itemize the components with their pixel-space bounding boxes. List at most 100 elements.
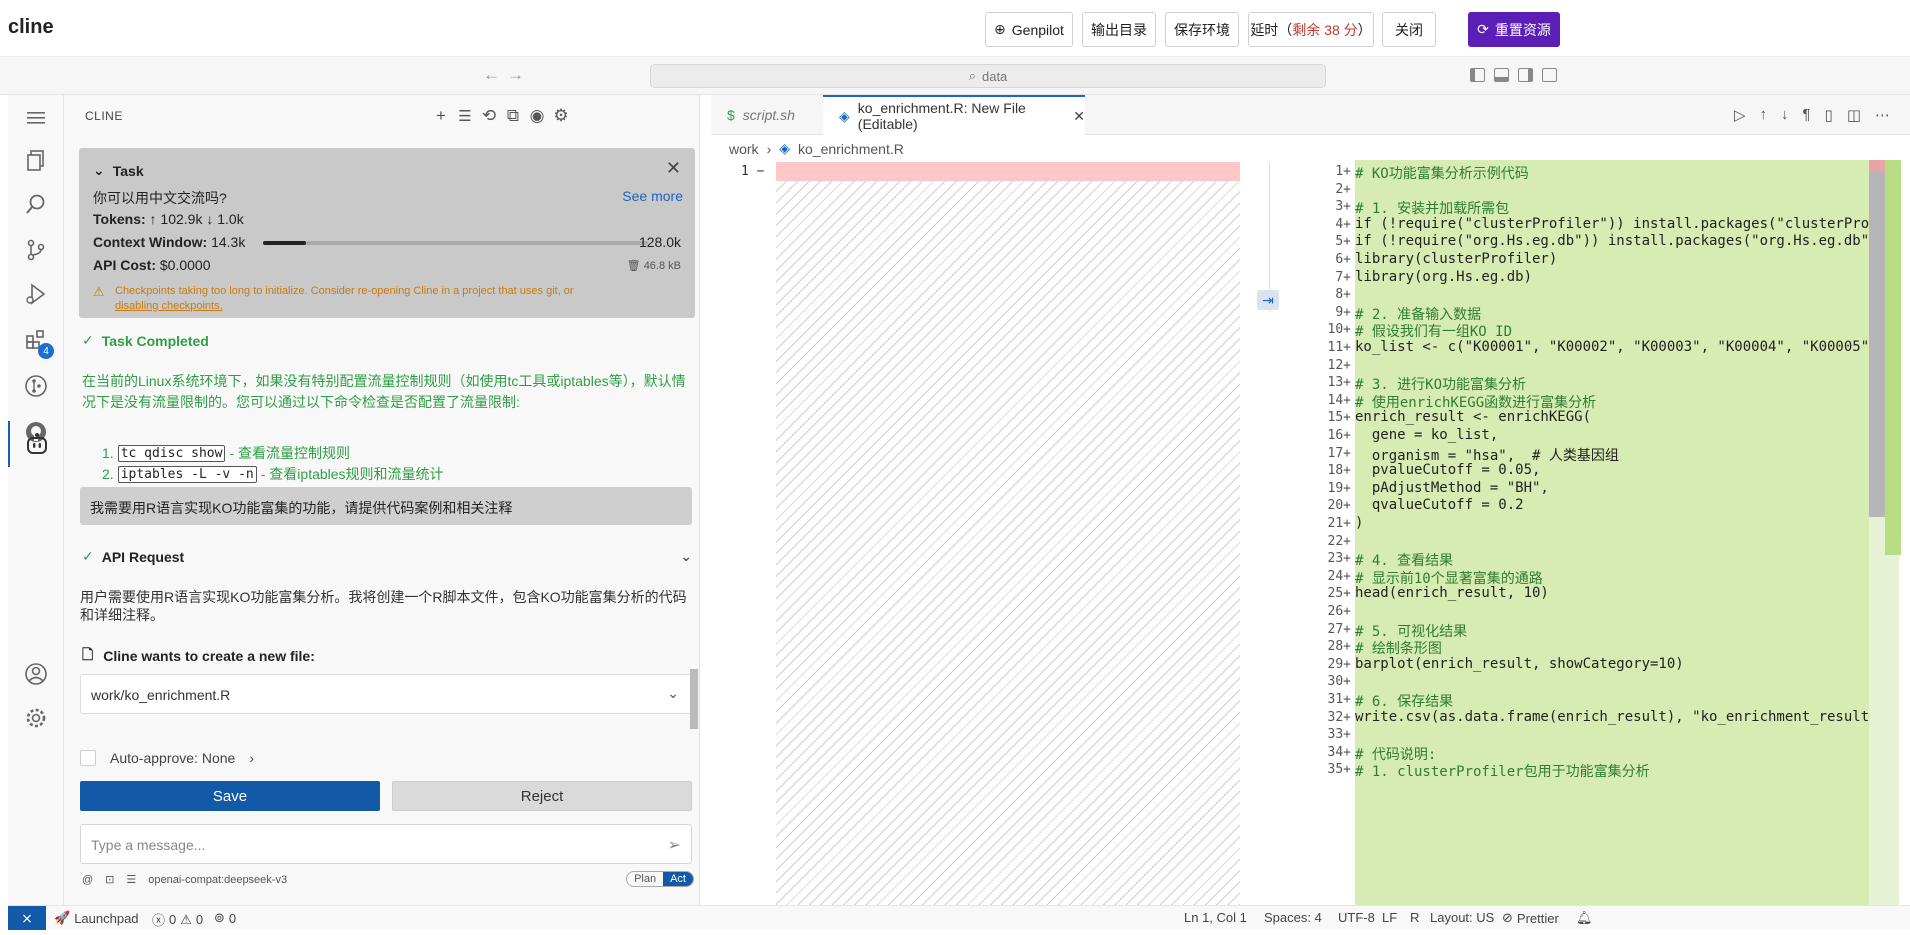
context-max: 128.0k bbox=[638, 234, 681, 250]
diff-original-pane[interactable]: 1 − ⇥ bbox=[711, 160, 1279, 905]
code-line: ko_list <- c("K00001", "K00002", "K00003… bbox=[1355, 339, 1869, 355]
command-code: iptables -L -v -n bbox=[117, 465, 257, 483]
task-size[interactable]: 🗑 46.8 kB bbox=[627, 259, 681, 272]
launchpad[interactable]: 🚀 Launchpad bbox=[54, 910, 139, 926]
disable-checkpoints-link[interactable]: disabling checkpoints. bbox=[115, 300, 223, 312]
search-sidebar-icon[interactable] bbox=[8, 181, 64, 227]
pilcrow-icon[interactable]: ¶ bbox=[1802, 106, 1810, 124]
dollar-icon: $ bbox=[727, 107, 735, 123]
line-number: 33+ bbox=[1327, 727, 1351, 743]
prettier[interactable]: ⊘ Prettier bbox=[1502, 910, 1559, 926]
genpilot-icon: ⊕ bbox=[994, 21, 1006, 37]
toggle-sidebar-icon[interactable] bbox=[1470, 68, 1485, 82]
ports[interactable]: ⊚ 0 bbox=[214, 910, 236, 926]
toggle-secondary-sidebar-icon[interactable] bbox=[1518, 68, 1533, 82]
remote-icon[interactable]: ⨯ bbox=[8, 906, 46, 930]
arrow-down-icon[interactable]: ↓ bbox=[1781, 106, 1789, 124]
task-header[interactable]: ⌄ Task bbox=[93, 162, 144, 179]
problems[interactable]: ⓧ 0 ⚠ 0 bbox=[152, 910, 203, 929]
at-mention-icon[interactable]: @ bbox=[82, 874, 93, 886]
encoding[interactable]: UTF-8 bbox=[1338, 910, 1375, 925]
cline-icon[interactable] bbox=[8, 421, 64, 467]
save-env-button[interactable]: 保存环境 bbox=[1165, 12, 1239, 47]
account-circle-icon[interactable]: ◉ bbox=[526, 105, 548, 127]
toggle-panel-icon[interactable] bbox=[1494, 68, 1509, 82]
api-request-header[interactable]: ✓ API Request ⌄ bbox=[82, 548, 692, 565]
indentation[interactable]: Spaces: 4 bbox=[1264, 910, 1322, 925]
model-selector[interactable]: openai-compat:deepseek-v3 bbox=[148, 874, 287, 886]
explorer-icon[interactable] bbox=[8, 137, 64, 183]
close-icon[interactable]: ✕ bbox=[666, 158, 681, 179]
line-number: 25+ bbox=[1327, 586, 1351, 602]
revert-arrow-icon[interactable]: ⇥ bbox=[1257, 290, 1279, 310]
line-number: 17+ bbox=[1327, 445, 1351, 461]
extensions-icon[interactable]: 4 bbox=[8, 317, 64, 363]
line-ending[interactable]: LF bbox=[1382, 910, 1397, 925]
tab-label: ko_enrichment.R: New File (Editable) bbox=[857, 100, 1026, 132]
extend-time-button[interactable]: 延时（ 剩余 38 分） bbox=[1248, 12, 1374, 47]
line-number: 21+ bbox=[1327, 516, 1351, 531]
back-arrow-icon[interactable]: ← bbox=[483, 65, 500, 85]
minimap-slider[interactable] bbox=[1869, 172, 1885, 517]
split-editor-icon[interactable]: ◫ bbox=[1847, 106, 1861, 124]
line-number: 8+ bbox=[1335, 287, 1351, 303]
customize-layout-icon[interactable] bbox=[1542, 68, 1557, 82]
popout-icon[interactable]: ⧉ bbox=[502, 105, 524, 127]
command-search[interactable]: ⌕ data bbox=[650, 64, 1326, 88]
close-button[interactable]: 关闭 bbox=[1382, 12, 1436, 47]
breadcrumb: work › ◈ ko_enrichment.R bbox=[729, 140, 904, 157]
tokens-down: ↓ 1.0k bbox=[206, 211, 244, 227]
see-more-link[interactable]: See more bbox=[622, 188, 683, 204]
language-mode[interactable]: R bbox=[1410, 910, 1419, 925]
reject-button[interactable]: Reject bbox=[392, 781, 692, 811]
empty-diff-region bbox=[776, 181, 1240, 905]
plan-act-toggle[interactable]: Plan Act bbox=[626, 871, 694, 887]
history-icon[interactable]: ⟲ bbox=[478, 105, 500, 127]
act-option[interactable]: Act bbox=[663, 872, 693, 886]
mcp-servers-icon[interactable]: ☰ bbox=[454, 105, 476, 127]
line-number: 5+ bbox=[1335, 234, 1351, 250]
auto-approve[interactable]: Auto-approve: None › bbox=[80, 750, 254, 766]
panel-scrollbar[interactable] bbox=[690, 669, 698, 729]
diff-modified-pane[interactable]: 1+ # KO功能富集分析示例代码 2+ 3+ # 1. 安装并加载所需包 4+ if (!… bbox=[1291, 160, 1910, 905]
auto-approve-checkbox[interactable] bbox=[80, 750, 96, 766]
notifications-bell-icon[interactable]: 🔔︎ bbox=[1576, 910, 1593, 926]
minimap-deleted-marker bbox=[1869, 160, 1885, 172]
cline-settings-gear-icon[interactable]: ⚙ bbox=[550, 105, 572, 127]
account-icon[interactable] bbox=[8, 651, 64, 697]
forward-arrow-icon[interactable]: → bbox=[507, 65, 524, 85]
keyboard-layout[interactable]: Layout: US bbox=[1430, 910, 1494, 925]
tab-script-sh[interactable]: $ script.sh bbox=[711, 95, 823, 135]
error-count: 0 bbox=[169, 912, 177, 927]
tab-ko-enrichment[interactable]: ◈ ko_enrichment.R: New File (Editable) ✕ bbox=[823, 95, 1085, 135]
file-path-dropdown[interactable]: work/ko_enrichment.R ⌄ bbox=[80, 674, 692, 714]
camera-icon[interactable]: ⊡ bbox=[105, 873, 114, 886]
message-placeholder: Type a message... bbox=[91, 837, 206, 853]
code-line: pAdjustMethod = "BH", bbox=[1355, 479, 1549, 496]
checkpoint-warning: ⚠ Checkpoints taking too long to initial… bbox=[93, 284, 663, 314]
plan-option[interactable]: Plan bbox=[627, 872, 663, 886]
book-icon[interactable]: ▯ bbox=[1825, 106, 1833, 124]
close-icon[interactable]: ✕ bbox=[1073, 108, 1085, 125]
breadcrumb-file[interactable]: ko_enrichment.R bbox=[798, 141, 904, 157]
save-button[interactable]: Save bbox=[80, 781, 380, 811]
reset-resources-button[interactable]: ⟳ 重置资源 bbox=[1468, 12, 1560, 47]
new-task-icon[interactable]: + bbox=[430, 105, 452, 127]
model-icon: ☰ bbox=[126, 874, 137, 886]
cursor-position[interactable]: Ln 1, Col 1 bbox=[1184, 910, 1247, 925]
output-dir-button[interactable]: 输出目录 bbox=[1082, 12, 1156, 47]
breadcrumb-folder[interactable]: work bbox=[729, 141, 759, 157]
more-icon[interactable]: ⋯ bbox=[1875, 106, 1890, 124]
git-graph-icon[interactable] bbox=[8, 363, 64, 409]
run-debug-icon[interactable] bbox=[8, 271, 64, 317]
source-control-icon[interactable] bbox=[8, 227, 64, 273]
menu-icon[interactable] bbox=[8, 95, 64, 141]
genpilot-button[interactable]: ⊕ Genpilot bbox=[985, 12, 1073, 47]
line-number: 9+ bbox=[1335, 304, 1351, 320]
send-icon[interactable]: ➢ bbox=[668, 835, 681, 855]
message-input[interactable]: Type a message... ➢ bbox=[80, 824, 692, 864]
command-item: 1. tc qdisc show - 查看流量控制规则 bbox=[102, 443, 350, 463]
settings-gear-icon[interactable] bbox=[8, 695, 64, 741]
arrow-up-icon[interactable]: ↑ bbox=[1759, 106, 1767, 124]
run-icon[interactable]: ▷ bbox=[1734, 106, 1746, 124]
